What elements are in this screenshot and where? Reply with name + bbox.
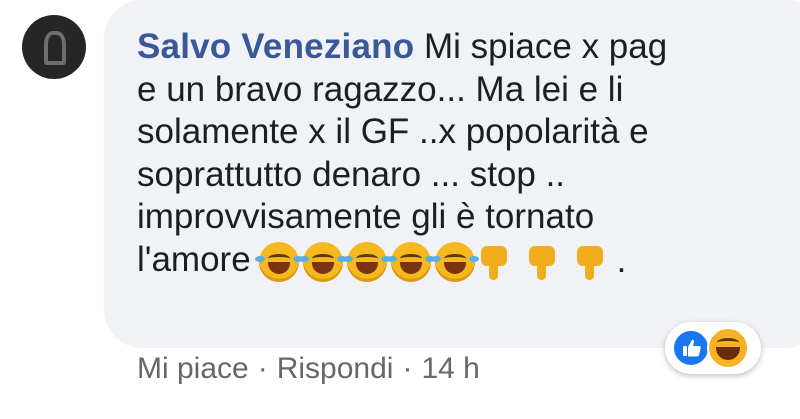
avatar[interactable] <box>22 15 86 79</box>
like-link[interactable]: Mi piace <box>137 352 249 385</box>
like-icon <box>672 329 710 367</box>
laughing-crying-icon <box>254 241 303 282</box>
comment-actions: Mi piace · Rispondi · 14 h <box>137 352 480 386</box>
thumbs-down-icon <box>575 242 605 282</box>
thumbs-down-icon <box>479 242 509 282</box>
comment-line-1: Salvo Veneziano Mi spiace x pag <box>137 26 777 69</box>
comment-line-6: l'amore. <box>137 239 777 283</box>
comment-line-2: e un bravo ragazzo... Ma lei e li <box>137 69 624 109</box>
thumbs-down-icon <box>527 242 557 282</box>
comment-line-5: improvvisamente gli è tornato <box>137 197 595 237</box>
comment-body: Salvo Veneziano Mi spiace x pag e un bra… <box>137 26 777 283</box>
timestamp[interactable]: 14 h <box>421 352 479 385</box>
profile-picture-icon <box>44 31 66 65</box>
separator: · <box>257 352 268 385</box>
laughing-crying-icon <box>342 241 391 282</box>
separator: · <box>402 352 413 385</box>
comment-text-1: Mi spiace x pag <box>424 27 668 66</box>
haha-icon <box>707 327 749 369</box>
reply-link[interactable]: Rispondi <box>277 352 394 385</box>
reaction-summary[interactable] <box>665 322 761 374</box>
author-name[interactable]: Salvo Veneziano <box>137 27 414 66</box>
comment-trailing: . <box>616 241 627 281</box>
laughing-crying-icon <box>430 241 479 282</box>
comment-text-6: l'amore <box>137 239 251 279</box>
laughing-crying-icon <box>386 241 435 282</box>
comment-line-3: solamente x il GF ..x popolarità e <box>137 112 649 152</box>
laughing-crying-icon <box>298 241 347 282</box>
comment-line-4: soprattutto denaro ... stop .. <box>137 154 566 194</box>
emoji-row: . <box>254 240 627 283</box>
